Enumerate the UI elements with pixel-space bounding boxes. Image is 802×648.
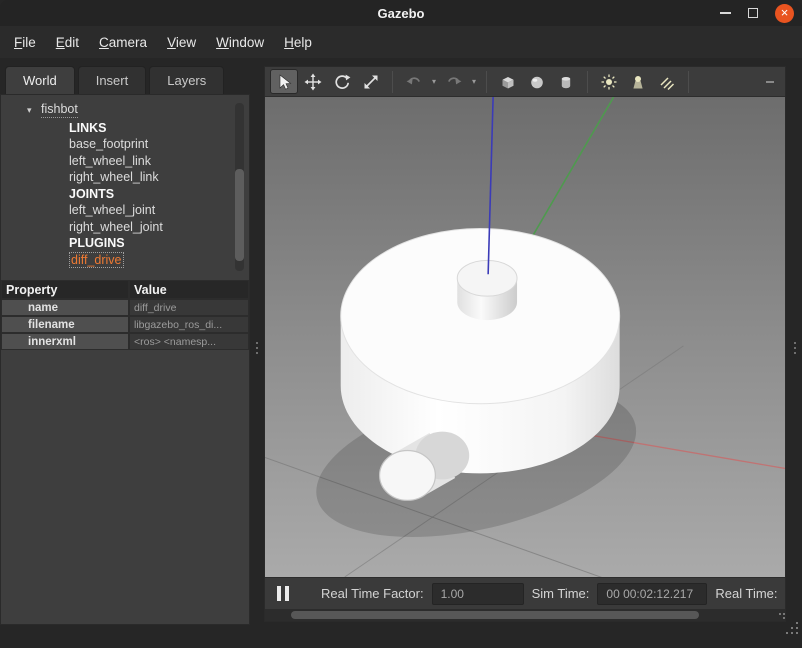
- render-viewport: ▾ ▾: [264, 66, 786, 622]
- window-resize-grip[interactable]: [786, 632, 788, 634]
- point-light-icon: [600, 73, 618, 91]
- undo-button[interactable]: [400, 69, 428, 94]
- directional-light-icon: [658, 73, 676, 91]
- model-tree: ▾ fishbot LINKS base_footprint left_whee…: [1, 95, 249, 277]
- point-light-button[interactable]: [595, 69, 623, 94]
- robot-lidar-top: [457, 260, 517, 296]
- splitter-grip-icon: [256, 342, 258, 344]
- real-time-factor-value: 1.00: [432, 583, 524, 605]
- horizontal-scrollbar-track[interactable]: [265, 609, 785, 621]
- menu-edit[interactable]: Edit: [46, 30, 89, 55]
- redo-button[interactable]: [440, 69, 468, 94]
- panel-splitter[interactable]: [250, 66, 264, 622]
- toolbar-separator: [587, 71, 588, 93]
- sim-time-label: Sim Time:: [532, 586, 590, 601]
- maximize-button[interactable]: [748, 8, 758, 18]
- window-title: Gazebo: [378, 6, 425, 21]
- pause-icon: [285, 586, 289, 601]
- menu-help[interactable]: Help: [274, 30, 322, 55]
- menu-window[interactable]: Window: [206, 30, 274, 55]
- pause-icon: [277, 586, 281, 601]
- viewport-toolbar: ▾ ▾: [265, 67, 785, 97]
- tree-item-left-wheel-link[interactable]: left_wheel_link: [69, 153, 249, 170]
- property-row-filename[interactable]: filename libgazebo_ros_di...: [1, 316, 249, 333]
- title-bar: Gazebo ×: [0, 0, 802, 26]
- undo-history-dropdown[interactable]: ▾: [429, 77, 439, 86]
- header-value: Value: [129, 280, 249, 299]
- tree-item-base-footprint[interactable]: base_footprint: [69, 136, 249, 153]
- insert-cylinder-button[interactable]: [552, 69, 580, 94]
- redo-history-dropdown[interactable]: ▾: [469, 77, 479, 86]
- header-property: Property: [1, 280, 129, 299]
- tree-item-left-wheel-joint[interactable]: left_wheel_joint: [69, 202, 249, 219]
- select-tool-button[interactable]: [270, 69, 298, 94]
- toolbar-separator: [688, 71, 689, 93]
- directional-light-button[interactable]: [653, 69, 681, 94]
- tab-world[interactable]: World: [5, 66, 75, 94]
- right-edge-splitter[interactable]: [788, 66, 802, 622]
- tree-scrollbar-track[interactable]: [235, 103, 244, 271]
- close-button[interactable]: ×: [775, 4, 794, 23]
- redo-icon: [445, 73, 463, 91]
- maximize-icon: [748, 8, 758, 18]
- sim-time-value: 00 00:02:12.217: [597, 583, 707, 605]
- tree-section-links[interactable]: LINKS: [69, 120, 249, 137]
- scene-3d[interactable]: [265, 97, 785, 577]
- tree-item-diff-drive[interactable]: diff_drive: [69, 252, 249, 269]
- world-panel: ▾ fishbot LINKS base_footprint left_whee…: [0, 94, 250, 625]
- splitter-grip-icon: [794, 342, 796, 344]
- menu-bar: File Edit Camera View Window Help: [0, 26, 802, 58]
- box-icon: [499, 73, 517, 91]
- scale-icon: [362, 73, 380, 91]
- expander-icon[interactable]: ▾: [27, 105, 32, 115]
- property-row-name[interactable]: name diff_drive: [1, 299, 249, 316]
- minimize-button[interactable]: [720, 12, 731, 14]
- panel-tab-bar: World Insert Layers: [0, 58, 250, 94]
- simulation-status-bar: Real Time Factor: 1.00 Sim Time: 00 00:0…: [265, 577, 785, 609]
- left-panel: World Insert Layers ▾ fishbot LINKS base…: [0, 58, 250, 625]
- menu-file[interactable]: File: [4, 30, 46, 55]
- rotate-icon: [333, 73, 351, 91]
- tree-section-plugins[interactable]: PLUGINS: [69, 235, 249, 252]
- translate-icon: [304, 73, 322, 91]
- toolbar-separator: [486, 71, 487, 93]
- toolbar-overflow-icon[interactable]: [766, 81, 774, 83]
- tree-scrollbar-thumb[interactable]: [235, 169, 244, 261]
- sphere-icon: [528, 73, 546, 91]
- tab-layers[interactable]: Layers: [149, 66, 224, 94]
- window-controls: ×: [720, 0, 794, 26]
- property-row-innerxml[interactable]: innerxml <ros> <namesp...: [1, 333, 249, 350]
- insert-box-button[interactable]: [494, 69, 522, 94]
- pause-button[interactable]: [275, 584, 291, 603]
- horizontal-scrollbar-thumb[interactable]: [291, 611, 699, 619]
- minimize-icon: [720, 12, 731, 14]
- rotate-tool-button[interactable]: [328, 69, 356, 94]
- tree-item-right-wheel-link[interactable]: right_wheel_link: [69, 169, 249, 186]
- undo-icon: [405, 73, 423, 91]
- real-time-label: Real Time:: [715, 586, 777, 601]
- tree-section-joints[interactable]: JOINTS: [69, 186, 249, 203]
- scale-tool-button[interactable]: [357, 69, 385, 94]
- spot-light-icon: [629, 73, 647, 91]
- translate-tool-button[interactable]: [299, 69, 327, 94]
- select-arrow-icon: [275, 73, 293, 91]
- property-table: Property Value name diff_drive filename …: [1, 280, 249, 350]
- property-table-header: Property Value: [1, 280, 249, 299]
- tree-node-fishbot[interactable]: ▾ fishbot: [27, 101, 249, 119]
- scene-canvas: [265, 97, 785, 577]
- spot-light-button[interactable]: [624, 69, 652, 94]
- menu-camera[interactable]: Camera: [89, 30, 157, 55]
- menu-view[interactable]: View: [157, 30, 206, 55]
- tree-item-right-wheel-joint[interactable]: right_wheel_joint: [69, 219, 249, 236]
- insert-sphere-button[interactable]: [523, 69, 551, 94]
- toolbar-separator: [392, 71, 393, 93]
- robot-model: [341, 228, 620, 473]
- scroll-corner-grip-icon: [779, 613, 781, 615]
- tab-insert[interactable]: Insert: [78, 66, 147, 94]
- cylinder-icon: [557, 73, 575, 91]
- real-time-factor-label: Real Time Factor:: [321, 586, 424, 601]
